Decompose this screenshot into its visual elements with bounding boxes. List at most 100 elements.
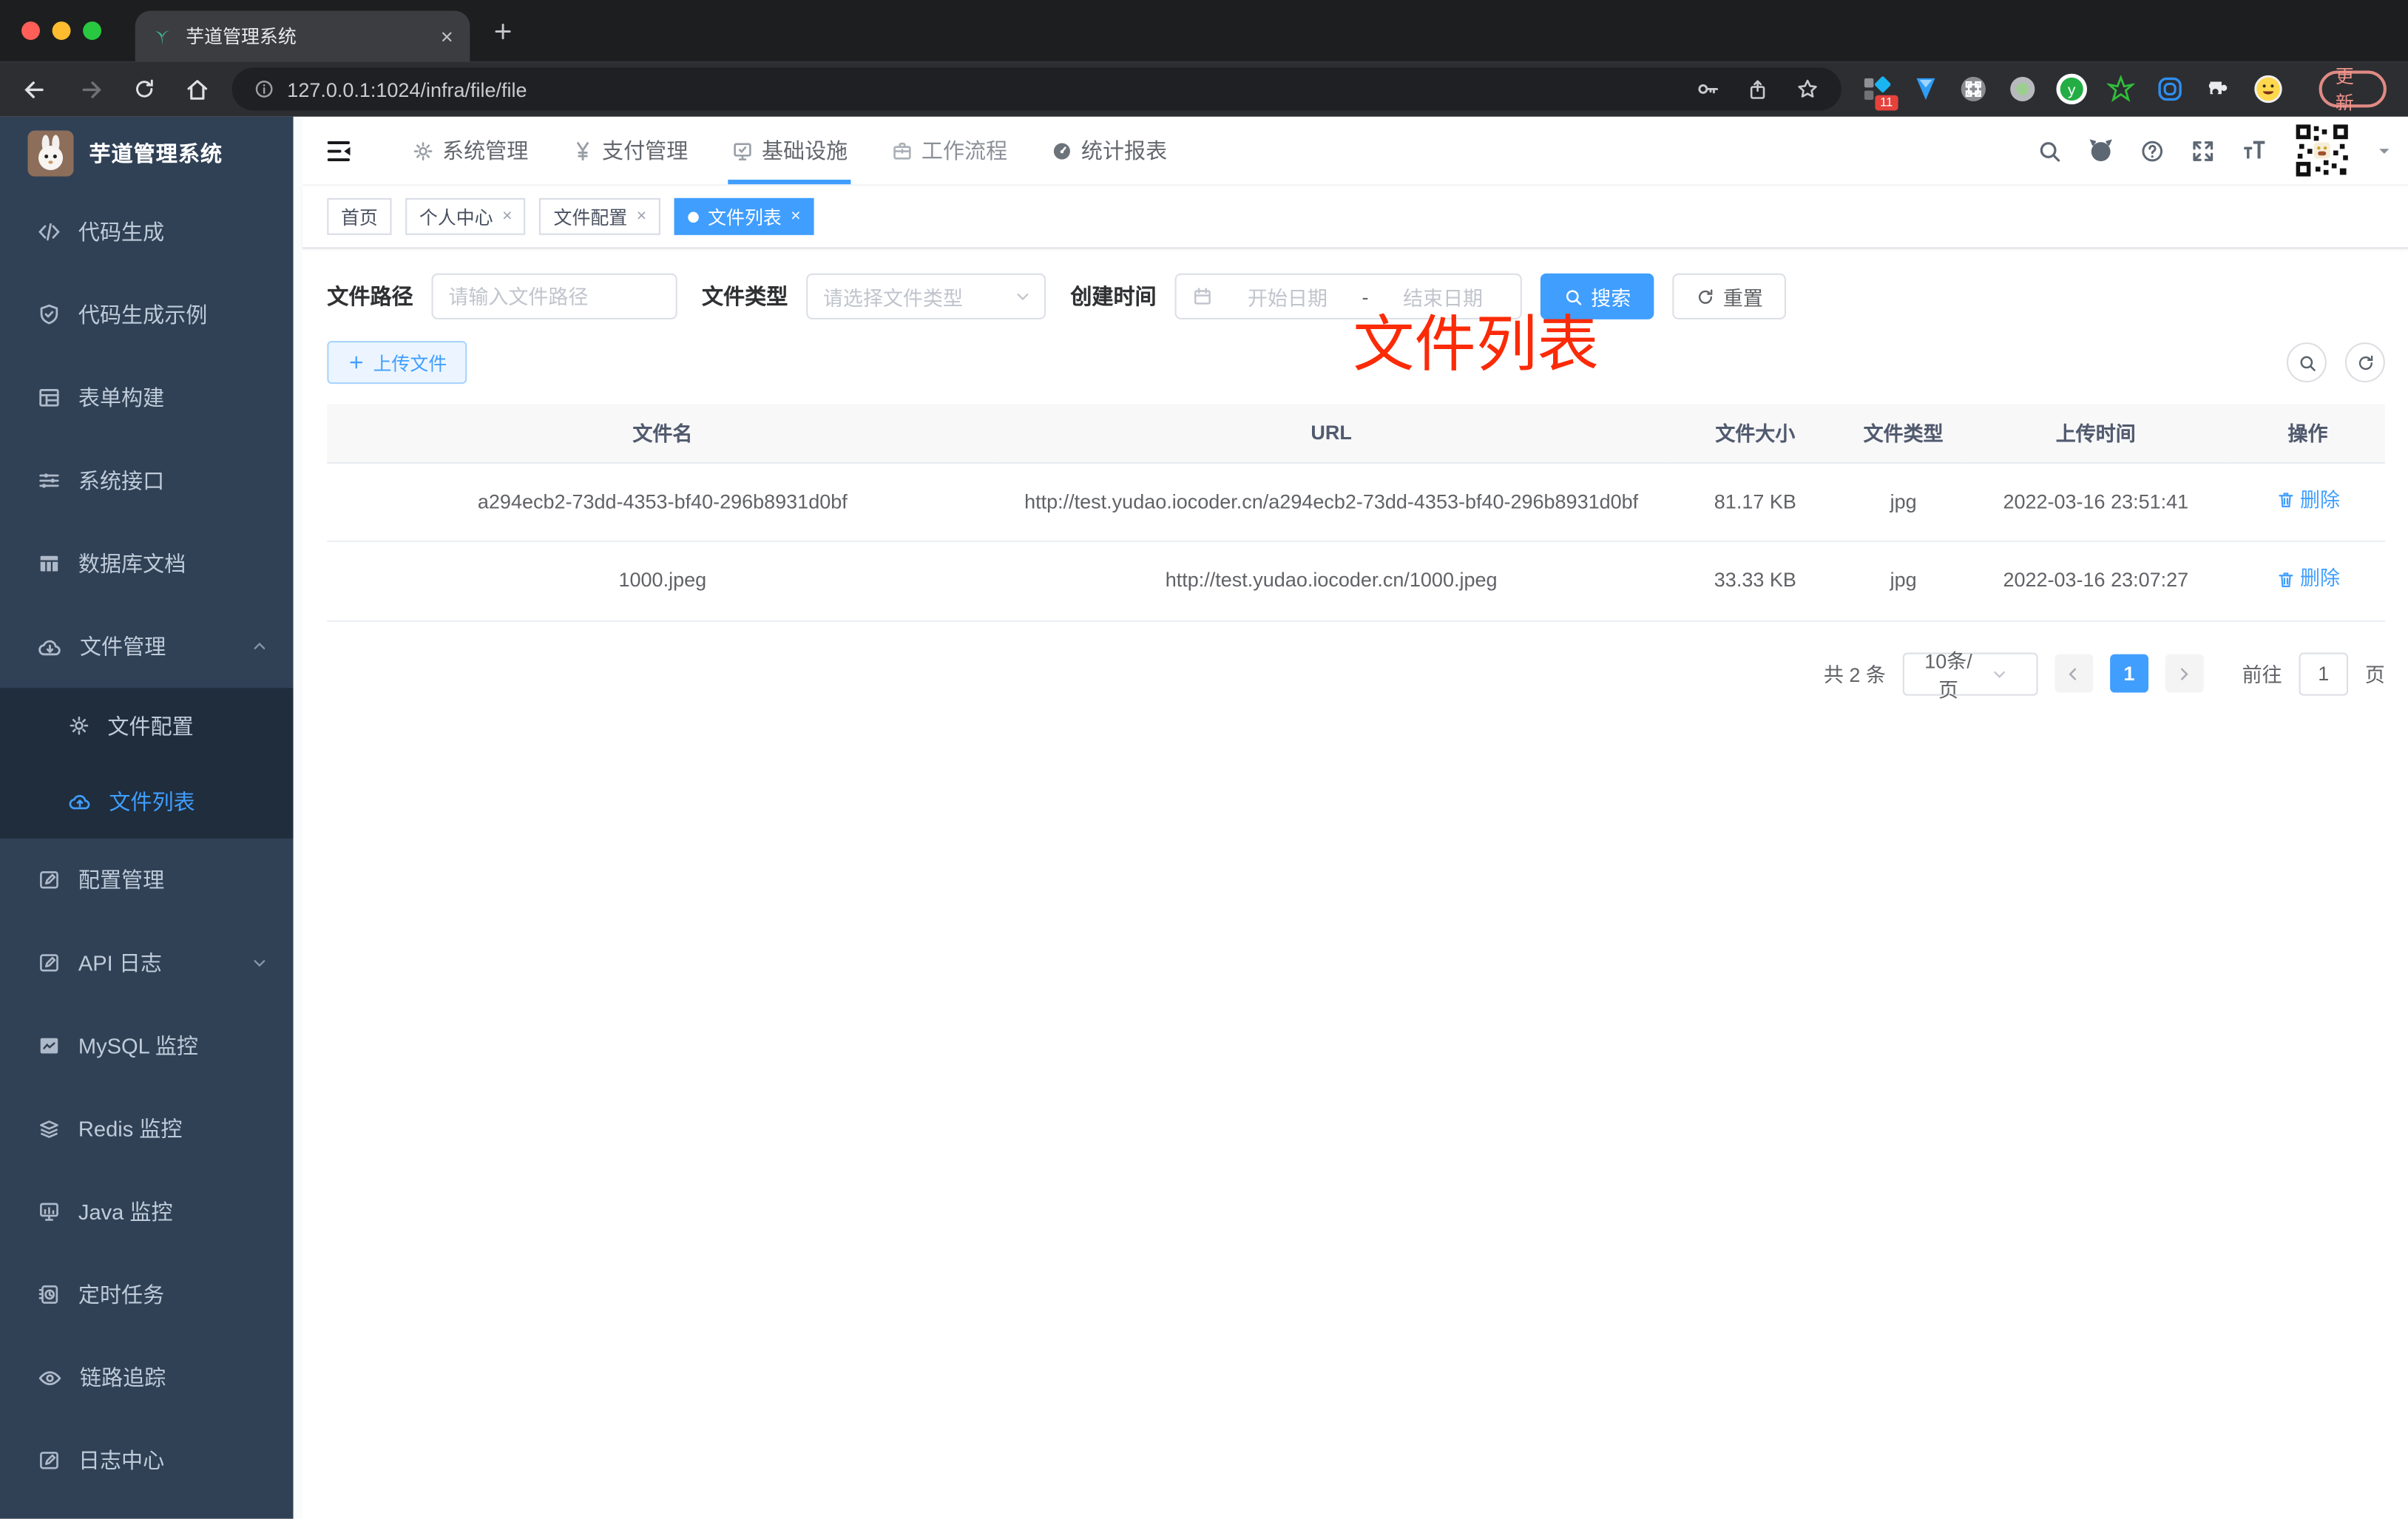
search-icon[interactable] — [2036, 138, 2062, 163]
sidebar-item-scheduled-tasks[interactable]: 定时任务 — [0, 1253, 294, 1336]
minimize-window-button[interactable] — [52, 21, 71, 40]
puzzle-extensions-icon[interactable] — [2204, 74, 2232, 105]
upload-file-button[interactable]: 上传文件 — [327, 340, 467, 385]
tag-home[interactable]: 首页 — [327, 197, 392, 235]
tab-statistics-report[interactable]: 统计报表 — [1029, 117, 1188, 184]
sidebar-item-label: Java 监控 — [78, 1199, 173, 1224]
zoom-window-button[interactable] — [83, 21, 102, 40]
tag-close-icon[interactable]: × — [637, 207, 646, 225]
cell-upload-time: 2022-03-16 23:07:27 — [1961, 541, 2231, 622]
chevron-up-icon — [250, 637, 268, 656]
sidebar-item-file-list[interactable]: 文件列表 — [0, 763, 294, 839]
sidebar-logo[interactable]: 芋道管理系统 — [0, 117, 294, 191]
col-file-name: 文件名 — [327, 404, 998, 464]
sidebar-item-db-doc[interactable]: 数据库文档 — [0, 522, 294, 605]
file-type-select[interactable]: 请选择文件类型 — [806, 273, 1046, 319]
sidebar-item-java-monitor[interactable]: Java 监控 — [0, 1170, 294, 1253]
refresh-icon — [1696, 286, 1716, 306]
goto-page-input[interactable] — [2299, 652, 2348, 696]
back-icon[interactable] — [21, 76, 47, 102]
sidebar-item-trace[interactable]: 链路追踪 — [0, 1336, 294, 1419]
search-icon — [2296, 353, 2316, 373]
sidebar-item-mysql-monitor[interactable]: MySQL 监控 — [0, 1004, 294, 1087]
sidebar-item-file-management[interactable]: 文件管理 — [0, 605, 294, 688]
sidebar-item-code-gen[interactable]: 代码生成 — [0, 190, 294, 273]
tab-close-icon[interactable] — [439, 28, 455, 44]
toggle-search-button[interactable] — [2286, 342, 2327, 383]
nav-label: 基础设施 — [761, 138, 848, 163]
sidebar-item-redis-monitor[interactable]: Redis 监控 — [0, 1087, 294, 1170]
sidebar-item-label: 代码生成 — [78, 219, 165, 245]
extension-command-icon[interactable] — [1960, 74, 1988, 105]
nav-label: 支付管理 — [602, 138, 689, 163]
sidebar-item-file-config[interactable]: 文件配置 — [0, 688, 294, 763]
sidebar-item-config-management[interactable]: 配置管理 — [0, 839, 294, 921]
page-size-select[interactable]: 10条/页 — [1902, 649, 2038, 702]
sidebar-collapse-icon[interactable] — [324, 136, 353, 165]
edit-square-icon — [37, 950, 61, 975]
sidebar-item-log-center[interactable]: 日志中心 — [0, 1419, 294, 1502]
sidebar-item-label: 配置管理 — [78, 867, 165, 893]
table-row[interactable]: 1000.jpeg http://test.yudao.iocoder.cn/1… — [327, 541, 2385, 622]
extension-emoji-icon[interactable] — [2253, 74, 2284, 105]
extension-gem-icon[interactable] — [1911, 74, 1939, 105]
close-window-button[interactable] — [21, 21, 40, 40]
sidebar-scrollbar[interactable] — [293, 116, 303, 1519]
sidebar-item-code-demo[interactable]: 代码生成示例 — [0, 274, 294, 356]
new-tab-button[interactable] — [491, 20, 514, 43]
refresh-icon — [2355, 353, 2375, 373]
refresh-table-button[interactable] — [2344, 342, 2385, 383]
extension-gray-dot-icon[interactable] — [2008, 74, 2036, 105]
tag-file-list[interactable]: 文件列表 × — [674, 197, 815, 235]
home-icon[interactable] — [184, 76, 210, 102]
chrome-update-button[interactable]: 更新 — [2318, 66, 2387, 114]
tab-system-management[interactable]: 系统管理 — [390, 117, 549, 184]
forward-icon[interactable] — [78, 76, 104, 102]
gear-icon — [67, 714, 90, 737]
extension-pinned-icon[interactable]: 11 — [1863, 74, 1898, 111]
sidebar-item-api-log[interactable]: API 日志 — [0, 921, 294, 1004]
user-avatar[interactable] — [2293, 121, 2352, 180]
font-size-icon[interactable] — [2241, 137, 2268, 164]
extension-y-icon[interactable]: y — [2056, 73, 2088, 105]
sidebar-item-label: 代码生成示例 — [78, 302, 208, 328]
delete-link[interactable]: 删除 — [2276, 483, 2340, 517]
sidebar-item-label: Redis 监控 — [78, 1116, 183, 1141]
site-info-icon[interactable] — [254, 78, 275, 100]
tag-profile[interactable]: 个人中心 × — [405, 197, 527, 235]
github-icon[interactable] — [2087, 137, 2114, 164]
prev-page-button[interactable] — [2054, 654, 2094, 694]
next-page-button[interactable] — [2165, 654, 2204, 694]
tab-workflow[interactable]: 工作流程 — [869, 117, 1029, 184]
delete-link[interactable]: 删除 — [2276, 562, 2340, 596]
extension-eye-icon[interactable] — [2156, 74, 2184, 105]
share-icon[interactable] — [1746, 78, 1769, 101]
tag-close-icon[interactable]: × — [791, 207, 800, 225]
url-text: 127.0.0.1:1024/infra/file/file — [287, 77, 527, 101]
page-size-value: 10条/页 — [1924, 649, 1972, 702]
tag-file-config[interactable]: 文件配置 × — [539, 197, 660, 235]
sidebar-item-label: 表单构建 — [78, 385, 165, 410]
fullscreen-icon[interactable] — [2190, 138, 2216, 163]
sidebar-item-form-builder[interactable]: 表单构建 — [0, 356, 294, 439]
extension-star-icon[interactable] — [2107, 74, 2136, 105]
password-key-icon[interactable] — [1695, 77, 1719, 101]
reload-icon[interactable] — [132, 77, 157, 101]
file-path-input[interactable] — [431, 273, 677, 319]
cell-file-name: a294ecb2-73dd-4353-bf40-296b8931d0bf — [327, 462, 998, 543]
tab-infrastructure[interactable]: 基础设施 — [709, 117, 869, 185]
caret-down-icon[interactable] — [2375, 142, 2392, 159]
bookmark-star-icon[interactable] — [1795, 77, 1819, 101]
table-row[interactable]: a294ecb2-73dd-4353-bf40-296b8931d0bf htt… — [327, 462, 2385, 543]
delete-label: 删除 — [2300, 487, 2341, 511]
cloud-download-icon — [37, 634, 63, 660]
help-icon[interactable] — [2140, 138, 2165, 163]
tag-close-icon[interactable]: × — [502, 207, 512, 225]
browser-tab[interactable]: 芋道管理系统 — [135, 10, 470, 62]
dashboard-icon — [1050, 139, 1073, 162]
sidebar-item-system-api[interactable]: 系统接口 — [0, 439, 294, 522]
current-page-button[interactable]: 1 — [2110, 654, 2149, 694]
address-bar[interactable]: 127.0.0.1:1024/infra/file/file — [231, 67, 1841, 111]
reset-button[interactable]: 重置 — [1672, 273, 1787, 319]
tab-payment-management[interactable]: 支付管理 — [549, 117, 709, 184]
